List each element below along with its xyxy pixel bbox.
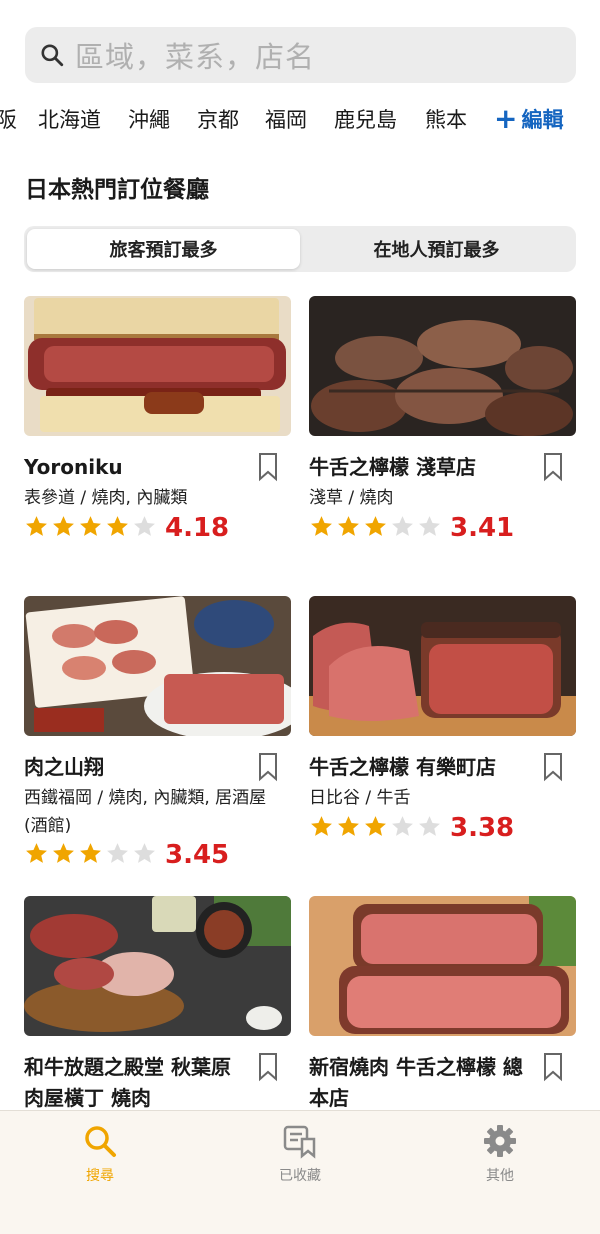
region-chip[interactable]: 福岡 <box>265 104 307 134</box>
star-filled-icon <box>365 815 386 836</box>
star-filled-icon <box>80 515 101 536</box>
tab-other[interactable]: 其他 <box>440 1123 560 1185</box>
star-filled-icon <box>26 515 47 536</box>
search-icon <box>85 1126 116 1157</box>
plus-icon: + <box>494 102 518 135</box>
restaurant-meta: 淺草 / 燒肉 <box>309 488 394 508</box>
tab-other-label: 其他 <box>486 1168 514 1184</box>
rating-score: 4.18 <box>165 513 230 543</box>
region-chip[interactable]: 熊本 <box>425 104 467 134</box>
edit-regions-button[interactable]: + 編輯 <box>494 104 563 134</box>
region-chip[interactable]: 鹿兒島 <box>334 104 397 134</box>
star-filled-icon <box>53 842 74 863</box>
rating: 3.45 <box>24 839 229 871</box>
region-chip-bar: 阪 北海道 沖繩 京都 福岡 鹿兒島 熊本 + 編輯 <box>0 100 600 140</box>
rating: 4.18 <box>24 512 229 544</box>
restaurant-card[interactable]: 和牛放題之殿堂 秋葉原 肉屋橫丁 燒肉 <box>24 896 291 1110</box>
star-filled-icon <box>53 515 74 536</box>
star-empty-icon <box>107 842 128 863</box>
booking-segment-control: 旅客預訂最多 在地人預訂最多 <box>24 226 576 272</box>
bookmark-icon[interactable] <box>542 752 564 782</box>
star-empty-icon <box>392 815 413 836</box>
star-empty-icon <box>392 515 413 536</box>
star-empty-icon <box>419 515 440 536</box>
star-filled-icon <box>80 842 101 863</box>
bookmark-icon[interactable] <box>542 1052 564 1082</box>
restaurant-photo <box>24 896 291 1036</box>
search-placeholder: 區域，菜系，店名 <box>75 40 316 74</box>
rating: 3.38 <box>309 812 514 844</box>
restaurant-name: 牛舌之檸檬 有樂町店 <box>309 755 496 779</box>
star-empty-icon <box>134 842 155 863</box>
star-empty-icon <box>134 515 155 536</box>
restaurant-card[interactable]: 牛舌之檸檬 淺草店 淺草 / 燒肉 3.41 <box>309 296 576 543</box>
star-empty-icon <box>419 815 440 836</box>
restaurant-meta: 西鐵福岡 / 燒肉, 內臟類, 居酒屋 (酒館) <box>24 788 267 836</box>
restaurant-card[interactable]: 肉之山翔 西鐵福岡 / 燒肉, 內臟類, 居酒屋 (酒館) 3.45 <box>24 596 291 870</box>
restaurant-photo <box>309 896 576 1036</box>
star-rating <box>309 814 444 843</box>
restaurant-photo <box>24 296 291 436</box>
restaurant-card[interactable]: 牛舌之檸檬 有樂町店 日比谷 / 牛舌 3.38 <box>309 596 576 843</box>
restaurant-meta: 日比谷 / 牛舌 <box>309 788 411 808</box>
star-filled-icon <box>107 515 128 536</box>
tab-saved[interactable]: 已收藏 <box>240 1123 360 1185</box>
restaurant-name: 肉之山翔 <box>24 755 104 779</box>
region-chip[interactable]: 阪 <box>0 104 17 134</box>
section-title: 日本熱門訂位餐廳 <box>25 177 209 203</box>
region-chip[interactable]: 京都 <box>197 104 239 134</box>
tab-search-label: 搜尋 <box>86 1168 114 1184</box>
rating-score: 3.41 <box>450 513 515 543</box>
restaurant-name: 新宿燒肉 牛舌之檸檬 總本店 <box>309 1055 523 1110</box>
gear-icon <box>484 1125 516 1157</box>
restaurant-meta: 表參道 / 燒肉, 內臟類 <box>24 488 188 508</box>
star-filled-icon <box>311 815 332 836</box>
star-filled-icon <box>338 815 359 836</box>
rating-score: 3.45 <box>165 840 230 870</box>
bookmark-icon[interactable] <box>257 1052 279 1082</box>
tab-search[interactable]: 搜尋 <box>40 1123 160 1185</box>
bookmark-icon[interactable] <box>257 452 279 482</box>
star-filled-icon <box>311 515 332 536</box>
star-filled-icon <box>26 842 47 863</box>
restaurant-card[interactable]: 新宿燒肉 牛舌之檸檬 總本店 <box>309 896 576 1110</box>
rating-score: 3.38 <box>450 813 515 843</box>
tab-local-most-booked[interactable]: 在地人預訂最多 <box>300 229 573 269</box>
bookmark-icon[interactable] <box>542 452 564 482</box>
search-input[interactable]: 區域，菜系，店名 <box>25 27 576 83</box>
restaurant-photo <box>24 596 291 736</box>
star-filled-icon <box>338 515 359 536</box>
star-rating <box>24 841 159 870</box>
bottom-tab-bar: 搜尋 已收藏 其他 <box>0 1110 600 1234</box>
bookmark-icon[interactable] <box>257 752 279 782</box>
saved-list-icon <box>283 1125 316 1159</box>
rating: 3.41 <box>309 512 514 544</box>
restaurant-card[interactable]: Yoroniku 表參道 / 燒肉, 內臟類 4.18 <box>24 296 291 543</box>
region-chip[interactable]: 沖繩 <box>128 104 170 134</box>
tab-saved-label: 已收藏 <box>279 1168 321 1184</box>
restaurant-name: 和牛放題之殿堂 秋葉原 肉屋橫丁 燒肉 <box>24 1055 231 1110</box>
edit-label: 編輯 <box>521 108 564 132</box>
restaurant-name: Yoroniku <box>24 455 123 479</box>
restaurant-photo <box>309 596 576 736</box>
star-rating <box>24 514 159 543</box>
restaurant-photo <box>309 296 576 436</box>
tab-tourist-most-booked[interactable]: 旅客預訂最多 <box>27 229 300 269</box>
star-rating <box>309 514 444 543</box>
restaurant-name: 牛舌之檸檬 淺草店 <box>309 455 476 479</box>
search-icon <box>41 44 64 67</box>
region-chip[interactable]: 北海道 <box>38 104 101 134</box>
star-filled-icon <box>365 515 386 536</box>
